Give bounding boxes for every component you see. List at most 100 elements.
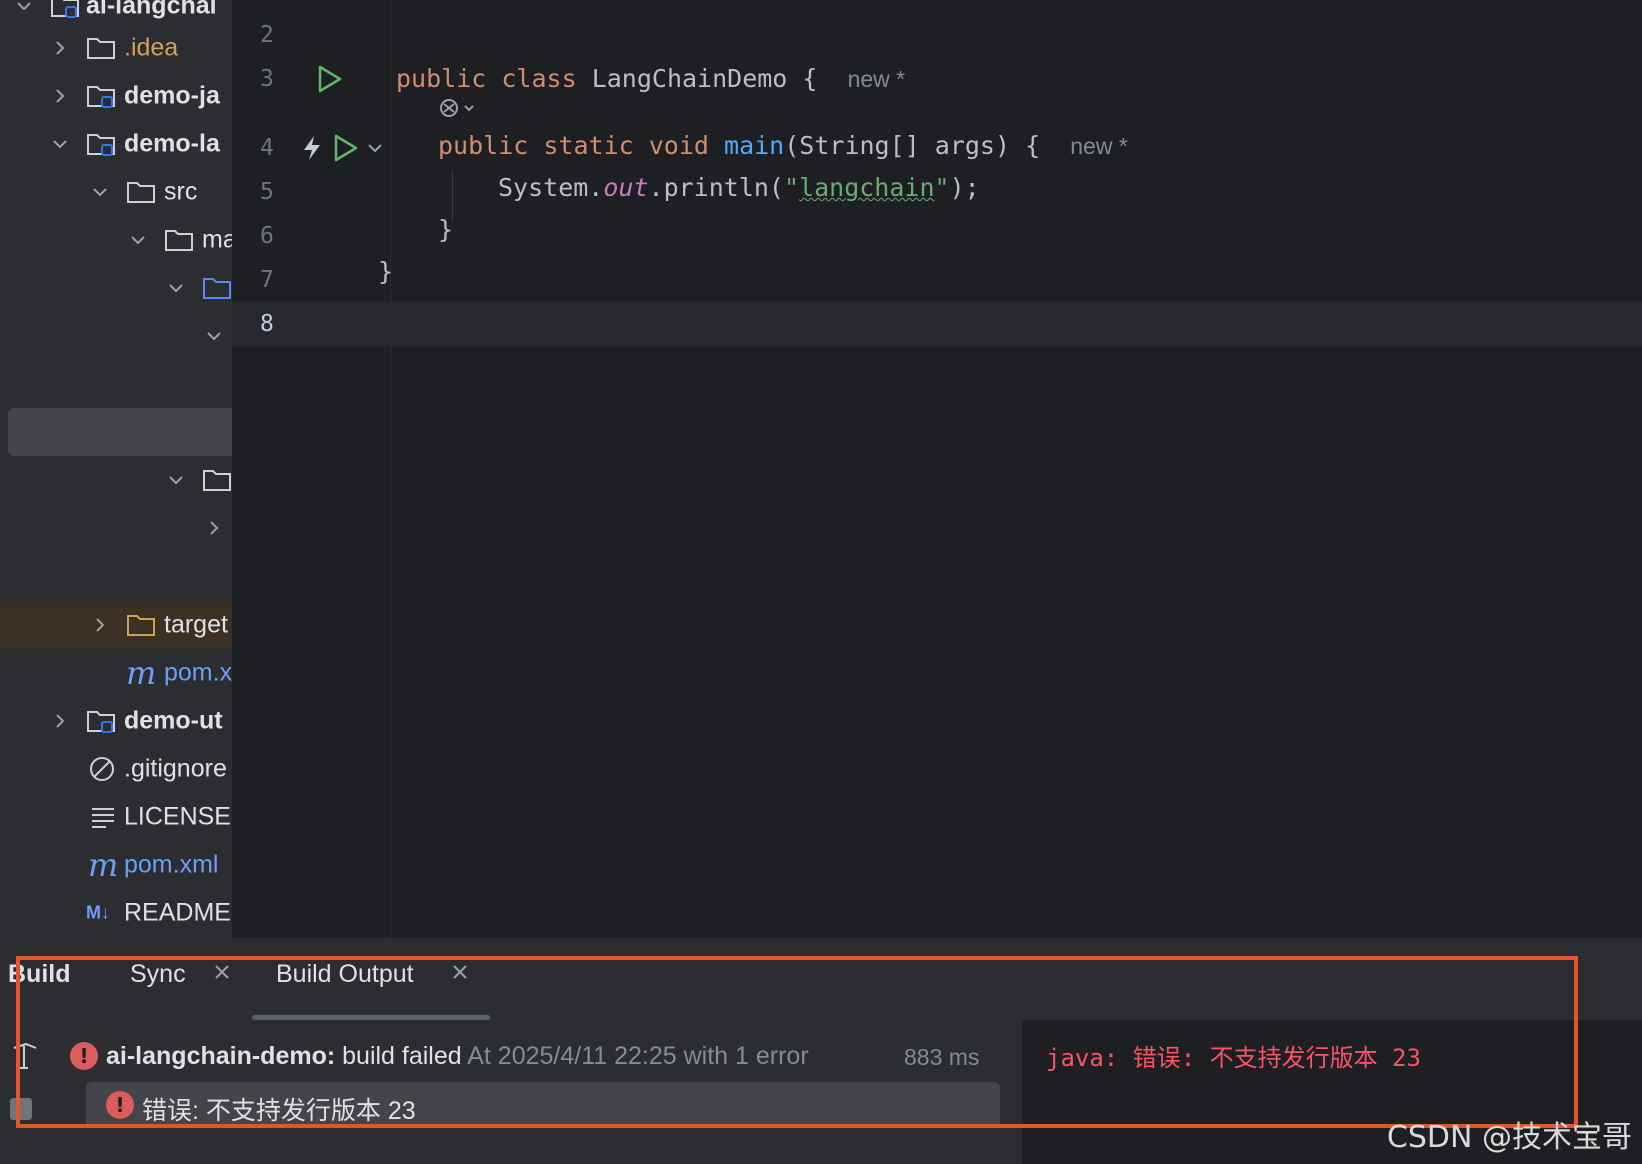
hammer-icon[interactable] — [10, 1040, 40, 1072]
chevron-down-icon[interactable] — [366, 139, 384, 157]
tree-item-label: ai-langchai — [86, 0, 217, 20]
module-folder-icon — [87, 134, 115, 156]
module-folder-icon — [87, 86, 115, 108]
selected-row-highlight[interactable] — [8, 408, 232, 456]
error-message: 错误: 不支持发行版本 23 — [142, 1097, 416, 1125]
tree-item-pom-root[interactable]: m pom.xml — [0, 841, 232, 889]
line-number: 6 — [260, 223, 274, 249]
method-name: main — [724, 131, 785, 160]
chevron-right-icon[interactable] — [50, 38, 70, 58]
run-main-icon[interactable] — [332, 133, 360, 163]
module-folder-icon — [51, 0, 79, 18]
tree-item-idea[interactable]: .idea — [0, 24, 232, 72]
tree-item-label: LICENSE — [124, 802, 231, 831]
spring-icon — [304, 136, 320, 160]
excluded-folder-icon — [127, 615, 155, 636]
chevron-down-icon[interactable] — [90, 182, 110, 202]
tree-item-demo-ut[interactable]: demo-ut — [0, 697, 232, 745]
tree-item-label: target — [164, 610, 228, 639]
build-result-tree: ! ai-langchain-demo: build failed At 202… — [62, 1020, 1022, 1164]
chevron-right-icon[interactable] — [50, 86, 70, 106]
tree-item-collapsed[interactable] — [0, 504, 232, 552]
console-error-text: java: 错误: 不支持发行版本 23 — [1046, 1044, 1421, 1072]
tree-item-resources[interactable] — [0, 456, 232, 504]
tree-item-label: README — [124, 898, 231, 927]
line-number: 4 — [260, 135, 274, 161]
chevron-right-icon[interactable] — [50, 711, 70, 731]
string-literal: "langchain" — [783, 173, 950, 202]
stop-icon[interactable] — [10, 1098, 32, 1120]
tab-sync[interactable]: Sync — [130, 960, 186, 989]
tree-item-target[interactable]: target — [0, 601, 232, 649]
gutter-divider — [390, 0, 391, 938]
tree-item-label: pom.xml — [124, 850, 219, 879]
error-row[interactable]: ! 错误: 不支持发行版本 23 — [86, 1082, 1000, 1128]
chevron-right-icon[interactable] — [90, 615, 110, 635]
tree-item-pom-module[interactable]: m pom.x — [0, 649, 232, 697]
ai-actions-icon[interactable] — [438, 96, 478, 120]
tree-item-main[interactable]: ma — [0, 216, 232, 264]
tree-item-label: .idea — [124, 33, 179, 62]
tree-item-package[interactable] — [0, 312, 232, 360]
run-class-icon[interactable] — [316, 64, 344, 94]
folder-icon — [127, 182, 155, 203]
code-editor[interactable]: 2 3 4 5 6 7 8 public class LangChainDemo… — [232, 0, 1642, 938]
tree-item-readme[interactable]: M↓ README — [0, 889, 232, 937]
build-toolbar — [0, 1020, 63, 1164]
folder-icon — [203, 470, 231, 491]
class-declaration: LangChainDemo { — [576, 64, 818, 93]
chevron-down-icon[interactable] — [128, 230, 148, 250]
close-icon[interactable] — [450, 962, 470, 982]
error-icon: ! — [70, 1042, 98, 1070]
static-field: out — [603, 173, 649, 202]
code-line-6[interactable]: } — [438, 215, 453, 244]
code-line-5[interactable]: System.out.println("langchain"); — [498, 173, 980, 202]
text-file-icon — [92, 808, 114, 828]
tab-build-output[interactable]: Build Output — [276, 960, 414, 989]
line-number: 8 — [260, 311, 274, 337]
tree-item-source-root[interactable] — [0, 264, 232, 312]
tree-item-label: .gitignore — [124, 754, 227, 783]
keyword: class — [501, 64, 577, 93]
chevron-down-icon[interactable] — [166, 470, 186, 490]
build-tab-bar: Build Sync Build Output — [0, 938, 1642, 1021]
build-result-row[interactable]: ! ai-langchain-demo: build failed At 202… — [62, 1038, 1022, 1074]
project-tree-panel: ai-langchai .idea demo-ja demo-la src ma — [0, 0, 232, 938]
chevron-down-icon[interactable] — [50, 134, 70, 154]
build-duration: 883 ms — [904, 1044, 980, 1070]
tree-item-src[interactable]: src — [0, 168, 232, 216]
folder-icon — [87, 38, 115, 59]
watermark: CSDN @技术宝哥 — [1386, 1120, 1632, 1155]
tree-item-gitignore[interactable]: .gitignore — [0, 745, 232, 793]
markdown-icon: M↓ — [86, 902, 110, 923]
code-token: System. — [498, 173, 604, 202]
editor-gutter[interactable]: 2 3 4 5 6 7 8 — [232, 0, 390, 938]
ignore-icon — [90, 757, 114, 781]
line-number: 3 — [260, 66, 274, 92]
tree-item-label: pom.x — [164, 658, 232, 687]
keyword: void — [648, 131, 709, 160]
tree-item-demo-ja[interactable]: demo-ja — [0, 72, 232, 120]
build-result-text: ai-langchain-demo: build failed At 2025/… — [106, 1042, 809, 1070]
tree-item-label: src — [164, 177, 198, 206]
error-icon: ! — [106, 1091, 134, 1119]
code-line-7[interactable]: } — [378, 257, 393, 286]
maven-icon: m — [88, 846, 119, 884]
chevron-down-icon[interactable] — [14, 0, 34, 16]
inlay-hint-new[interactable]: new * — [1070, 133, 1128, 159]
inlay-hint-new[interactable]: new * — [848, 66, 906, 92]
build-window-title: Build — [8, 960, 71, 988]
tree-item-demo-la[interactable]: demo-la — [0, 120, 232, 168]
code-token: .println( — [648, 173, 784, 202]
chevron-right-icon[interactable] — [204, 518, 224, 538]
code-line-3[interactable]: public class LangChainDemo { new * — [396, 64, 905, 93]
chevron-down-icon[interactable] — [204, 326, 224, 346]
tree-item-license[interactable]: LICENSE — [0, 793, 232, 841]
keyword: public — [438, 131, 529, 160]
source-folder-icon — [203, 278, 231, 299]
folder-icon — [165, 230, 193, 251]
code-line-4[interactable]: public static void main(String[] args) {… — [438, 131, 1128, 160]
module-folder-icon — [87, 711, 115, 733]
close-icon[interactable] — [212, 962, 232, 982]
chevron-down-icon[interactable] — [166, 278, 186, 298]
